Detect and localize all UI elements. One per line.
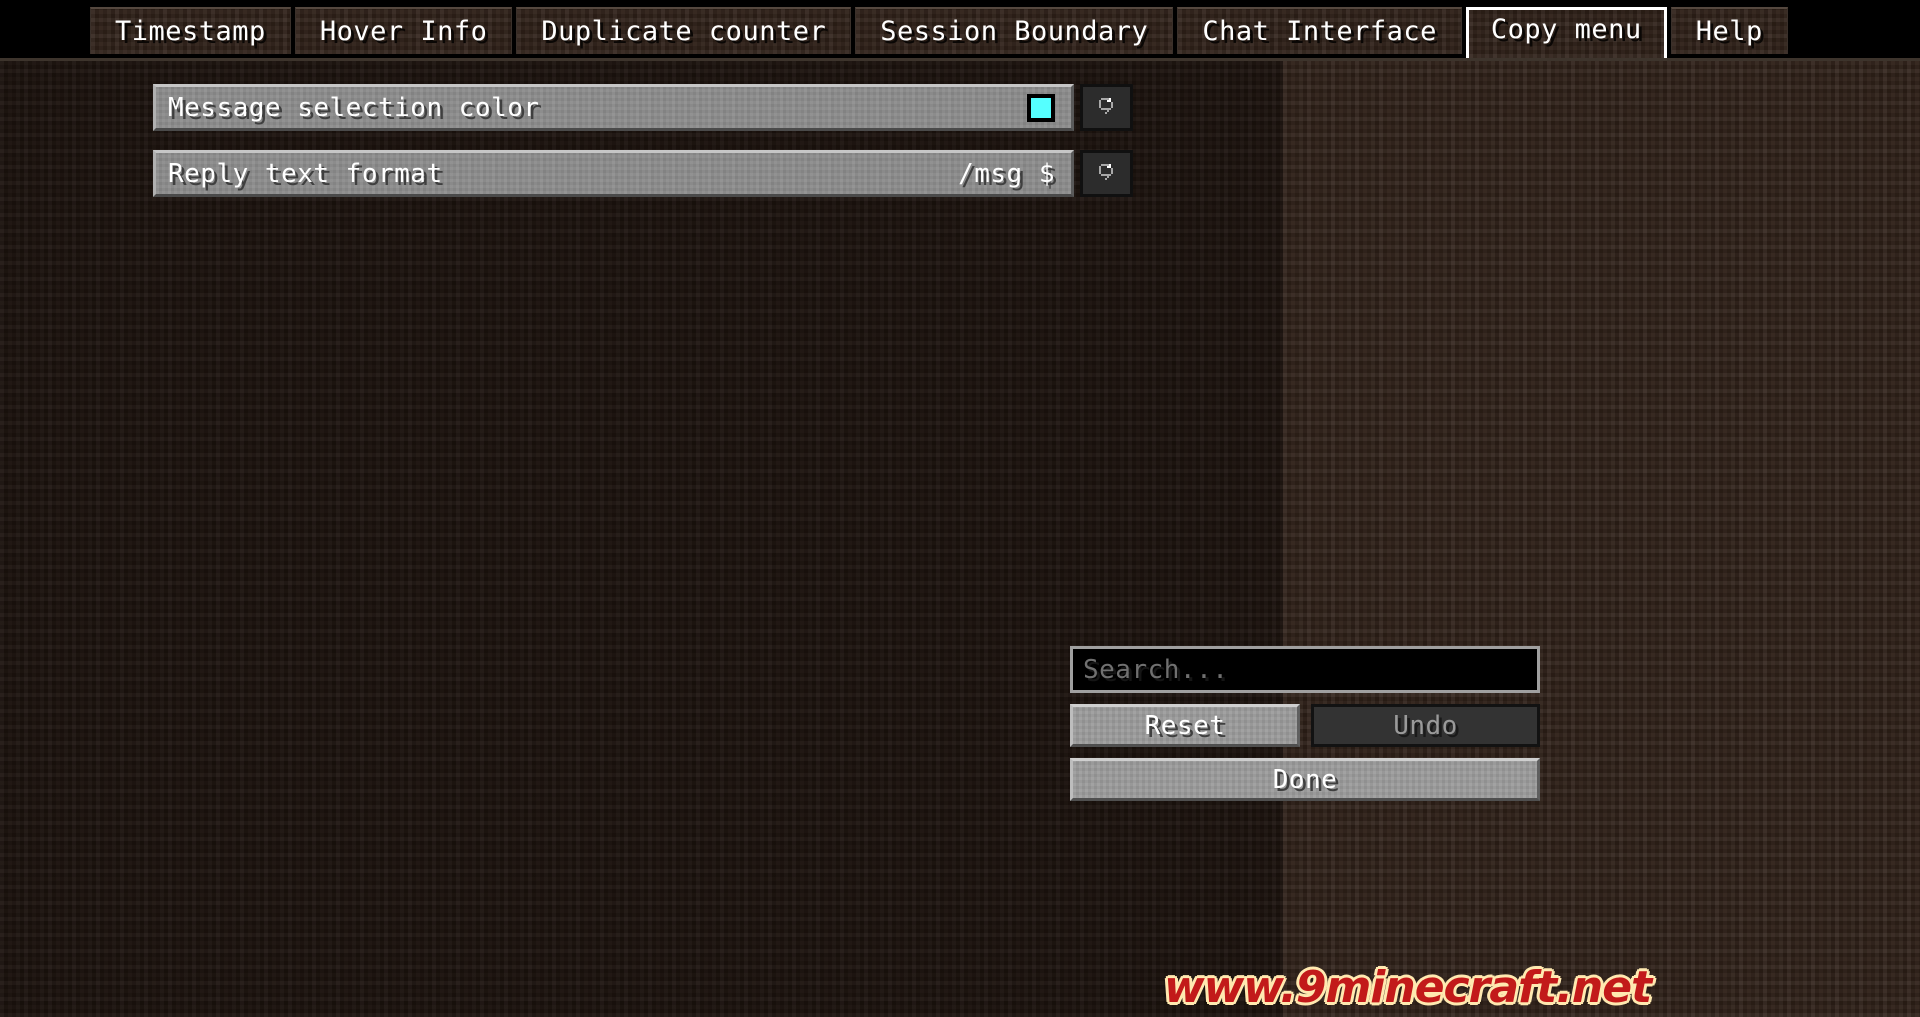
reset-button-label: Reset (1144, 710, 1226, 741)
config-row-value: /msg $ (958, 158, 1055, 189)
tab-duplicate-counter[interactable]: Duplicate counter (516, 7, 852, 54)
sidebar-button-row: Reset Undo (1070, 704, 1540, 747)
tab-timestamp[interactable]: Timestamp (90, 7, 291, 54)
message-selection-color-button[interactable]: Message selection color (153, 84, 1074, 131)
tab-label: Help (1695, 16, 1763, 47)
tab-help[interactable]: Help (1670, 7, 1788, 54)
tab-strip: Timestamp Hover Info Duplicate counter S… (90, 7, 1788, 61)
tab-copy-menu[interactable]: Copy menu (1465, 7, 1667, 61)
tab-label: Duplicate counter (541, 16, 827, 47)
tab-hover-info[interactable]: Hover Info (294, 7, 513, 54)
config-row-message-selection-color: Message selection color (153, 84, 1133, 131)
sidebar-controls: Search... Reset Undo Done (1070, 646, 1540, 801)
config-option-list: Message selection color Reply text forma… (153, 84, 1133, 216)
reset-reply-text-format-button[interactable] (1080, 150, 1133, 197)
sidebar-panel (1283, 61, 1920, 1017)
tab-label: Chat Interface (1202, 16, 1437, 47)
undo-button-label: Undo (1393, 710, 1458, 741)
tab-label: Hover Info (319, 16, 488, 47)
done-button[interactable]: Done (1070, 758, 1540, 801)
reset-message-selection-color-button[interactable] (1080, 84, 1133, 131)
config-row-reply-text-format: Reply text format /msg $ (153, 150, 1133, 197)
reset-arrow-icon (1095, 162, 1119, 186)
search-placeholder: Search... (1083, 654, 1229, 685)
mod-config-screen: Message selection color Reply text forma… (0, 0, 1920, 1017)
config-row-label: Reply text format (168, 158, 443, 189)
done-button-label: Done (1272, 764, 1338, 795)
undo-button: Undo (1311, 704, 1540, 747)
tab-label: Timestamp (115, 16, 266, 47)
config-row-label: Message selection color (168, 92, 540, 123)
tab-session-boundary[interactable]: Session Boundary (855, 7, 1174, 54)
color-swatch[interactable] (1027, 93, 1055, 122)
tab-label: Copy menu (1490, 14, 1642, 45)
tab-bar: Timestamp Hover Info Duplicate counter S… (0, 0, 1920, 61)
reset-button[interactable]: Reset (1070, 704, 1300, 747)
tab-bar-underline (0, 58, 1920, 61)
tab-label: Session Boundary (880, 16, 1149, 47)
reset-arrow-icon (1095, 96, 1119, 120)
search-input[interactable]: Search... (1070, 646, 1540, 693)
reply-text-format-button[interactable]: Reply text format /msg $ (153, 150, 1074, 197)
config-options-panel: Message selection color Reply text forma… (0, 61, 1283, 1017)
tab-chat-interface[interactable]: Chat Interface (1177, 7, 1462, 54)
